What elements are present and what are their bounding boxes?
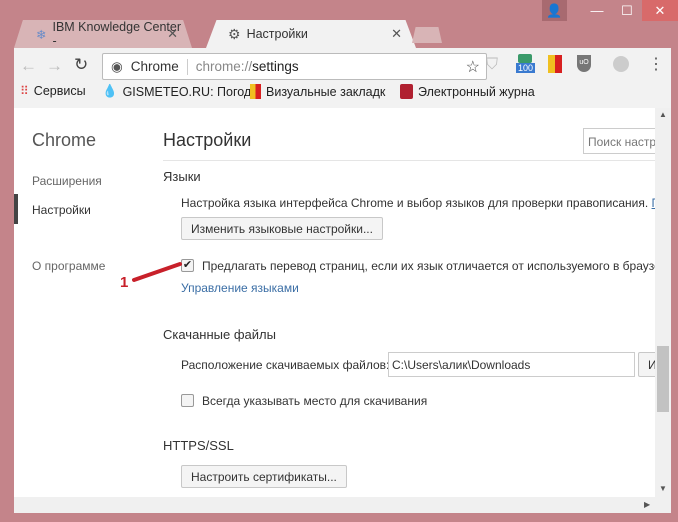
tab-ibm-knowledge-center[interactable]: ❄ IBM Knowledge Center - ✕ <box>14 20 192 48</box>
languages-description: Настройка языка интерфейса Chrome и выбо… <box>181 196 655 210</box>
ublock-icon[interactable]: uO <box>577 55 591 72</box>
change-download-location-button[interactable]: И <box>638 352 655 377</box>
sidebar-item-extensions[interactable]: Расширения <box>32 174 102 188</box>
bookmark-journal[interactable]: Электронный журна <box>400 84 535 99</box>
forward-button[interactable]: → <box>46 56 63 76</box>
profile-button[interactable]: 👤 <box>542 0 567 21</box>
ask-download-location-checkbox[interactable] <box>181 394 194 407</box>
vertical-scrollbar[interactable]: ▲ ▼ <box>655 108 671 497</box>
download-location-field[interactable]: C:\Users\алик\Downloads <box>388 352 635 377</box>
header-divider <box>163 160 655 161</box>
horizontal-scrollbar[interactable]: ▶ <box>14 497 671 513</box>
bookmark-gismeteo[interactable]: 💧 GISMETEO.RU: Погод <box>102 84 251 99</box>
bookmark-services[interactable]: ⠿ Сервисы <box>20 84 86 98</box>
bookmark-label: Визуальные закладк <box>266 84 386 99</box>
close-tab-icon[interactable]: ✕ <box>167 26 178 42</box>
chrome-icon: ◉ <box>111 58 123 74</box>
change-language-settings-button[interactable]: Изменить языковые настройки... <box>181 217 383 240</box>
bookmark-label: GISMETEO.RU: Погод <box>122 84 252 99</box>
url-prefix: chrome:// <box>195 59 253 74</box>
sidebar-item-about[interactable]: О программе <box>32 259 105 273</box>
globe-extension-icon[interactable] <box>613 56 629 72</box>
annotation-line <box>132 262 182 282</box>
scroll-up-arrow[interactable]: ▲ <box>659 110 667 119</box>
scroll-down-arrow[interactable]: ▼ <box>659 484 667 493</box>
gear-icon: ⚙ <box>228 25 241 42</box>
bookmark-extension-icon[interactable] <box>548 55 562 73</box>
sidebar-title: Chrome <box>32 130 97 150</box>
apps-grid-icon: ⠿ <box>20 84 29 98</box>
bookmark-flag-icon <box>250 84 261 99</box>
ask-download-location-label: Всегда указывать место для скачивания <box>202 394 428 408</box>
page-title: Настройки <box>163 130 252 150</box>
languages-heading: Языки <box>163 169 201 184</box>
url-path: settings <box>252 59 299 74</box>
tab-title: Настройки <box>246 27 308 41</box>
settings-page: Chrome Расширения Настройки О программе … <box>14 108 655 497</box>
bookmark-label: Электронный журна <box>418 84 535 99</box>
user-icon: 👤 <box>546 2 563 18</box>
active-indicator <box>14 194 18 224</box>
tab-settings[interactable]: ⚙ Настройки ✕ <box>206 20 416 48</box>
downloads-heading: Скачанные файлы <box>163 327 276 342</box>
snowflake-icon: ❄ <box>36 27 47 42</box>
address-bar[interactable]: ◉ Chrome chrome://settings ☆ <box>102 53 487 80</box>
download-location-label: Расположение скачиваемых файлов: <box>181 358 390 372</box>
weather-extension-icon[interactable]: 100 <box>516 54 536 73</box>
close-button[interactable]: ✕ <box>642 0 678 21</box>
maximize-button[interactable]: ☐ <box>612 0 642 21</box>
origin-chip: Chrome <box>130 59 179 74</box>
translate-label: Предлагать перевод страниц, если их язык… <box>202 259 655 273</box>
scrollbar-thumb[interactable] <box>657 346 669 412</box>
toolbar: ← → ↻ ◉ Chrome chrome://settings ☆ ⛉ 100… <box>14 48 671 108</box>
water-drop-icon: 💧 <box>102 84 118 98</box>
document-icon <box>400 84 413 99</box>
minimize-button[interactable]: — <box>582 0 612 21</box>
shield-extension-icon[interactable]: ⛉ <box>486 56 498 74</box>
reload-button[interactable]: ↻ <box>74 55 88 75</box>
search-settings-input[interactable]: Поиск настр <box>583 128 655 154</box>
tab-title: IBM Knowledge Center - <box>52 20 182 48</box>
divider <box>186 58 188 75</box>
back-button[interactable]: ← <box>20 56 37 76</box>
https-heading: HTTPS/SSL <box>163 438 234 453</box>
bookmark-label: Сервисы <box>33 84 86 98</box>
extension-badge: 100 <box>516 63 536 73</box>
close-tab-icon[interactable]: ✕ <box>391 26 402 42</box>
sidebar-item-settings[interactable]: Настройки <box>32 203 91 217</box>
scroll-right-arrow[interactable]: ▶ <box>644 500 650 509</box>
menu-icon[interactable]: ⋮ <box>648 54 664 74</box>
new-tab-button[interactable] <box>412 27 442 43</box>
bookmark-visual[interactable]: Визуальные закладк <box>250 84 385 99</box>
star-icon[interactable]: ☆ <box>466 57 480 77</box>
manage-certificates-button[interactable]: Настроить сертификаты... <box>181 465 347 488</box>
annotation-label: 1 <box>120 274 129 291</box>
